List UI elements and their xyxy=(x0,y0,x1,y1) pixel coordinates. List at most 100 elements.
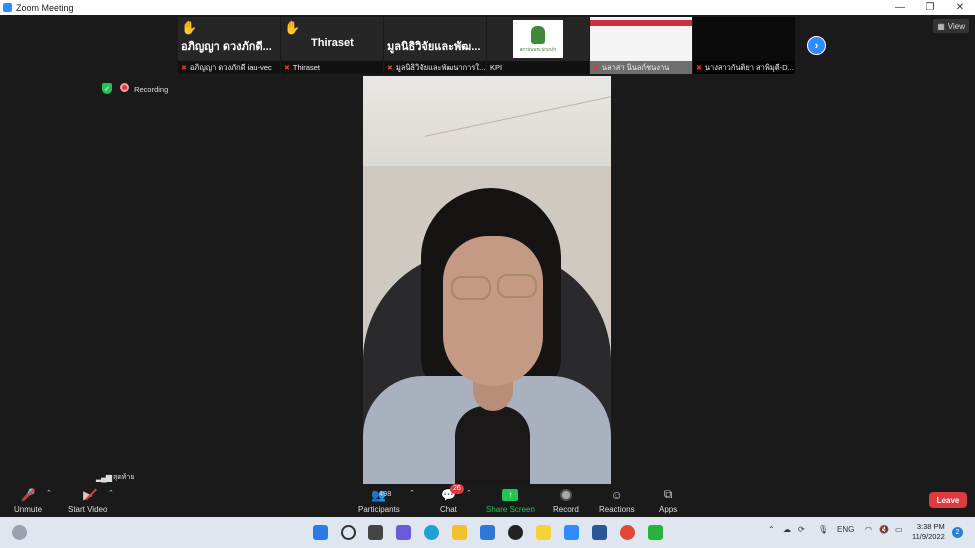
participant-caption: ✖ Thiraset xyxy=(281,61,383,74)
participants-count: 498 xyxy=(378,489,392,498)
chat-label: Chat xyxy=(440,505,457,514)
participant-tile[interactable]: ✖ นางสาวกันติยา สาพิมุตี-D... xyxy=(693,17,795,74)
chat-bubble-icon: 💬 26 xyxy=(441,484,464,502)
teams-chat-icon[interactable] xyxy=(396,525,411,540)
video-person-glasses xyxy=(451,276,491,300)
dell-icon[interactable] xyxy=(508,525,523,540)
participants-label: Participants xyxy=(358,505,400,514)
participant-name-large: Thiraset xyxy=(311,37,354,49)
share-screen-button[interactable]: ↑ Share Screen xyxy=(486,487,535,514)
participant-gallery-strip: ✋ อภิญญา ดวงภักดี... ✖ อภิญญา ดวงภักดี i… xyxy=(178,17,795,74)
apps-icon: ⧉ xyxy=(663,487,673,501)
meeting-status: ✓ Recording xyxy=(102,83,168,94)
participant-name-large: อภิญญา ดวงภักดี... xyxy=(181,41,272,53)
zoom-taskbar-icon[interactable] xyxy=(564,525,579,540)
apps-button[interactable]: ⧉ Apps xyxy=(659,487,677,514)
raised-hand-icon: ✋ xyxy=(284,20,301,35)
unmute-label: Unmute xyxy=(14,505,43,514)
input-language[interactable]: ENG xyxy=(837,525,854,534)
video-person-shirt xyxy=(455,406,530,484)
participant-name-large: มูลนิธิวิจัยและพัฒ... xyxy=(387,41,481,53)
start-menu-icon[interactable] xyxy=(313,525,328,540)
recording-label: Recording xyxy=(134,85,169,94)
network-indicator: ▂▄▆ สุดท้าย xyxy=(96,472,134,483)
wifi-icon[interactable]: ◠ xyxy=(865,525,872,534)
mail-icon[interactable] xyxy=(480,525,495,540)
participant-name: Thiraset xyxy=(292,63,320,72)
unmute-button[interactable]: 🎤 Unmute xyxy=(14,487,43,515)
meeting-area: ✋ อภิญญา ดวงภักดี... ✖ อภิญญา ดวงภักดี i… xyxy=(0,15,975,485)
security-shield-icon[interactable]: ✓ xyxy=(102,83,112,94)
network-label: สุดท้าย xyxy=(112,474,135,481)
video-options-caret-icon[interactable]: ⌃ xyxy=(108,489,114,497)
participants-caret-icon[interactable]: ⌃ xyxy=(409,489,415,497)
recording-dot-icon xyxy=(120,83,129,92)
clock-time: 3:38 PM xyxy=(916,522,945,531)
recording-indicator[interactable]: Recording xyxy=(120,83,168,94)
participant-caption: ✖ อภิญญา ดวงภักดี iau-vec xyxy=(178,61,280,74)
share-screen-label: Share Screen xyxy=(486,505,535,514)
microphone-muted-icon: 🎤 xyxy=(21,487,36,502)
share-screen-icon: ↑ xyxy=(502,487,519,502)
mic-muted-icon: ✖ xyxy=(181,64,187,72)
line-app-icon[interactable] xyxy=(648,525,663,540)
sync-icon[interactable]: ⟳ xyxy=(798,525,805,534)
reactions-button[interactable]: ☺ Reactions xyxy=(599,487,635,515)
grid-icon: ▦ xyxy=(937,21,945,31)
window-controls: — ❐ ✕ xyxy=(885,0,975,15)
chat-button[interactable]: 💬 26 Chat xyxy=(440,484,464,514)
participant-tile[interactable]: สถาบันพระปกเกล้า KPI xyxy=(487,17,589,74)
maximize-button[interactable]: ❐ xyxy=(915,0,945,15)
raised-hand-icon: ✋ xyxy=(181,20,198,35)
participant-tile[interactable]: มูลนิธิวิจัยและพัฒ... ✖ มูลนิธิวิจัยและพ… xyxy=(384,17,486,74)
record-button[interactable]: Record xyxy=(553,487,579,514)
onedrive-cloud-icon[interactable]: ☁ xyxy=(783,525,791,534)
logo-text: สถาบันพระปกเกล้า xyxy=(519,46,557,52)
chat-caret-icon[interactable]: ⌃ xyxy=(466,489,472,497)
zoom-app-icon xyxy=(3,3,12,12)
sticky-notes-icon[interactable] xyxy=(536,525,551,540)
mic-muted-icon: ✖ xyxy=(696,64,702,72)
task-view-icon[interactable] xyxy=(368,525,383,540)
zoom-window: Zoom Meeting — ❐ ✕ ✋ อภิญญา ดวงภักดี... … xyxy=(0,0,975,548)
participant-name: นางสาวกันติยา สาพิมุตี-D... xyxy=(704,62,794,72)
participant-tile[interactable]: ✖ นลาสา นินลก์ชนงาน xyxy=(590,17,692,74)
system-clock[interactable]: 3:38 PM 11/9/2022 xyxy=(912,522,945,542)
start-video-button[interactable]: ▶ Start Video xyxy=(68,487,107,515)
participant-caption: KPI xyxy=(487,61,589,74)
participant-caption: ✖ มูลนิธิวิจัยและพัฒนาการใ... xyxy=(384,61,486,74)
active-speaker-video[interactable] xyxy=(363,76,611,484)
tray-microphone-icon[interactable]: 🎙 xyxy=(818,525,828,534)
volume-muted-icon[interactable]: 🔇 xyxy=(879,525,889,534)
video-camera-off-icon: ▶ xyxy=(83,487,98,502)
search-icon[interactable] xyxy=(341,525,356,540)
record-icon xyxy=(559,487,572,502)
windows-taskbar: ⌃ ☁ ⟳ 🎙 ENG ◠ 🔇 ▭ 3:38 PM 11/9/2022 2 xyxy=(0,517,975,548)
tray-overflow-caret-icon[interactable]: ⌃ xyxy=(768,525,775,534)
participants-button[interactable]: 👥 498 Participants xyxy=(358,487,400,515)
participant-caption: ✖ นางสาวกันติยา สาพิมุตี-D... xyxy=(693,61,795,74)
audio-options-caret-icon[interactable]: ⌃ xyxy=(46,489,52,497)
participant-name: KPI xyxy=(490,63,503,72)
battery-icon[interactable]: ▭ xyxy=(895,525,903,534)
view-button[interactable]: ▦ View xyxy=(933,19,969,33)
participant-tile[interactable]: ✋ Thiraset ✖ Thiraset xyxy=(281,17,383,74)
notification-badge[interactable]: 2 xyxy=(952,527,963,538)
edge-browser-icon[interactable] xyxy=(424,525,439,540)
close-button[interactable]: ✕ xyxy=(945,0,975,15)
video-person-face xyxy=(443,236,543,386)
widgets-icon[interactable] xyxy=(12,525,27,540)
word-icon[interactable] xyxy=(592,525,607,540)
gallery-next-arrow-icon[interactable]: › xyxy=(807,36,826,55)
file-explorer-icon[interactable] xyxy=(452,525,467,540)
participant-tile[interactable]: ✋ อภิญญา ดวงภักดี... ✖ อภิญญา ดวงภักดี i… xyxy=(178,17,280,74)
participant-name: อภิญญา ดวงภักดี iau-vec xyxy=(189,62,272,72)
participant-name: มูลนิธิวิจัยและพัฒนาการใ... xyxy=(395,62,486,72)
minimize-button[interactable]: — xyxy=(885,0,915,15)
leave-button[interactable]: Leave xyxy=(929,492,967,508)
chat-unread-badge: 26 xyxy=(449,484,464,494)
emblem-icon xyxy=(531,25,545,44)
window-title: Zoom Meeting xyxy=(16,2,74,13)
chrome-icon[interactable] xyxy=(620,525,635,540)
meeting-toolbar: ▂▄▆ สุดท้าย 🎤 Unmute ⌃ ▶ Start Video ⌃ 👥… xyxy=(0,473,975,517)
